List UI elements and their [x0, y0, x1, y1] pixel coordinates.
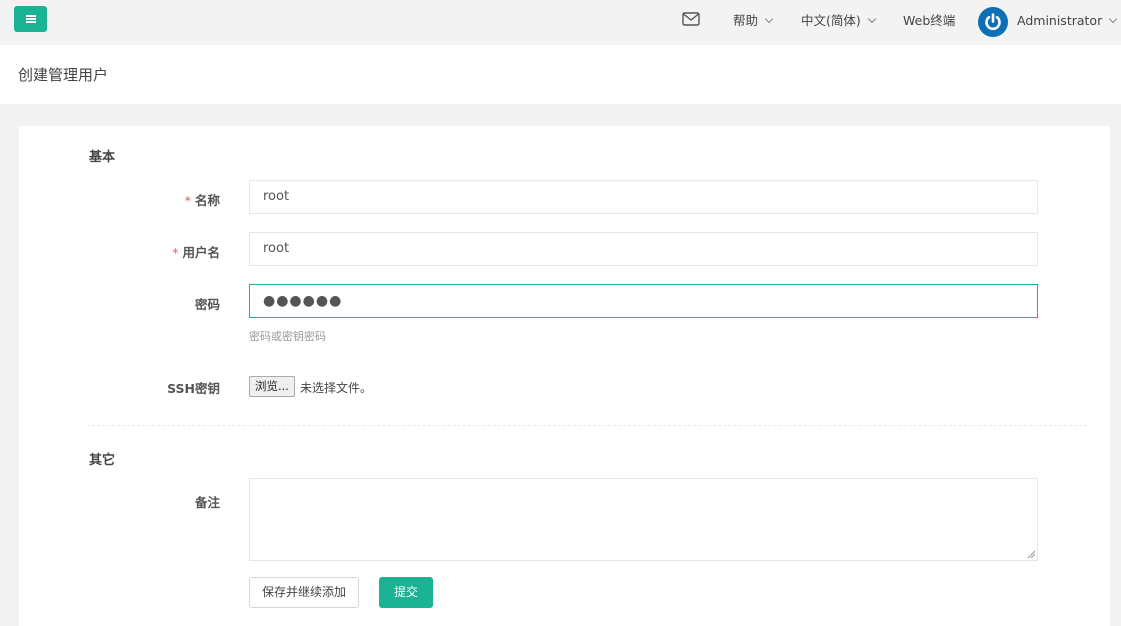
- power-icon: [985, 13, 1001, 31]
- avatar[interactable]: [978, 7, 1008, 37]
- password-label: 密码: [194, 297, 220, 312]
- user-menu[interactable]: Administrator: [1017, 0, 1118, 42]
- section-basic-title: 基本: [89, 150, 116, 165]
- chevron-down-icon: [867, 14, 877, 24]
- name-label: * 名称: [70, 190, 220, 209]
- file-status-text: 未选择文件。: [300, 381, 373, 395]
- username-label: * 用户名: [70, 242, 220, 261]
- page-header: 创建管理用户: [0, 45, 1121, 104]
- password-help-text: 密码或密钥密码: [249, 330, 326, 343]
- username-input[interactable]: root: [249, 232, 1038, 266]
- page-title: 创建管理用户: [18, 66, 109, 84]
- chevron-down-icon: [764, 14, 774, 24]
- name-label-text: 名称: [194, 193, 220, 208]
- username-label-text: 用户名: [182, 245, 220, 260]
- web-terminal-label: Web终端: [903, 13, 956, 28]
- top-navbar: 帮助 中文(简体) Web终端 Administrator: [0, 0, 1121, 45]
- mail-icon[interactable]: [682, 12, 700, 26]
- language-menu[interactable]: 中文(简体): [801, 0, 877, 42]
- required-mark: *: [184, 193, 191, 208]
- required-mark: *: [172, 245, 179, 260]
- password-input[interactable]: ●●●●●●: [249, 284, 1038, 318]
- submit-button[interactable]: 提交: [379, 577, 434, 608]
- help-menu[interactable]: 帮助: [733, 0, 774, 42]
- name-input[interactable]: root: [249, 180, 1038, 214]
- section-other-title: 其它: [89, 453, 116, 468]
- menu-toggle-button[interactable]: [14, 6, 47, 32]
- chevron-down-icon: [1108, 14, 1118, 24]
- help-menu-label: 帮助: [733, 13, 759, 28]
- save-continue-button[interactable]: 保存并继续添加: [249, 577, 360, 608]
- web-terminal-link[interactable]: Web终端: [903, 0, 955, 42]
- resize-grip-icon[interactable]: [1027, 550, 1035, 558]
- ssh-key-label: SSH密钥: [167, 381, 220, 396]
- user-name: Administrator: [1017, 13, 1103, 28]
- language-menu-label: 中文(简体): [801, 13, 861, 28]
- form-panel: 基本 * 名称 root * 用户名 root 密码 ●●●●●● 密码或密钥密码 …: [19, 126, 1110, 626]
- section-divider: [87, 425, 1087, 426]
- comment-textarea[interactable]: [249, 478, 1038, 561]
- browse-file-button[interactable]: 浏览...: [249, 376, 295, 397]
- menu-icon: [25, 15, 36, 23]
- comment-label: 备注: [194, 495, 220, 510]
